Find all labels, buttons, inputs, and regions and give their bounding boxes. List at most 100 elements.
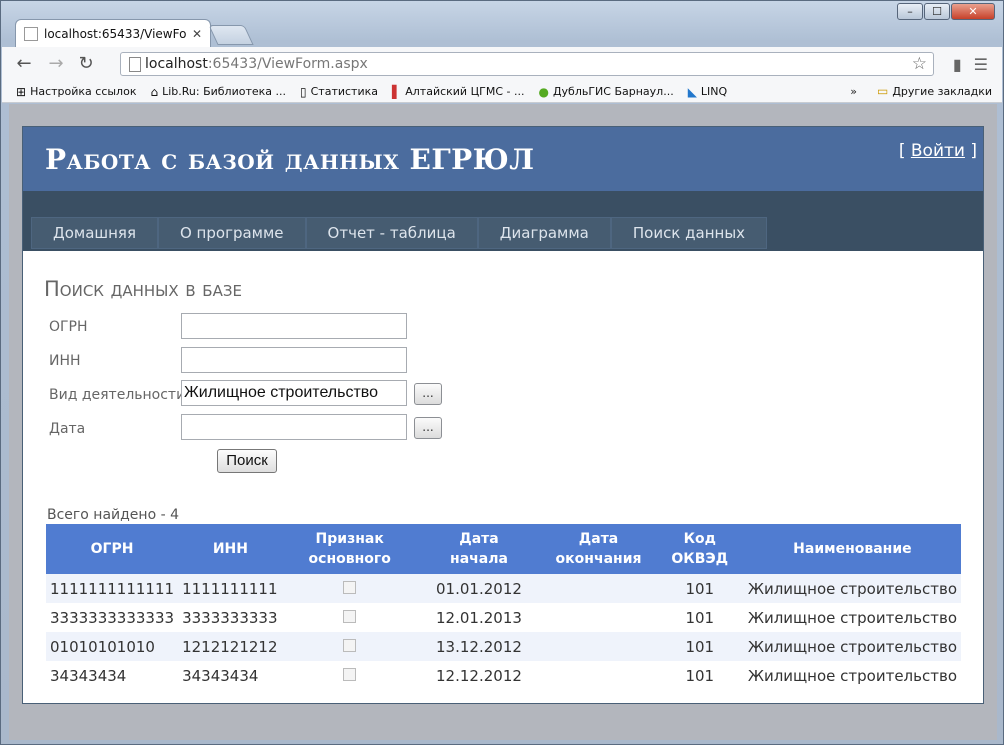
close-window-button[interactable]: ✕	[951, 3, 995, 20]
search-button[interactable]: Поиск	[217, 449, 277, 473]
site-page: Работа с базой данных ЕГРЮЛ [ Войти ] До…	[22, 126, 984, 704]
window-controls: – ☐ ✕	[897, 3, 995, 20]
column-header: Код ОКВЭД	[655, 524, 744, 574]
2gis-icon: ●	[538, 84, 549, 99]
page-viewport: Работа с базой данных ЕГРЮЛ [ Войти ] До…	[9, 104, 997, 740]
activity-label: Вид деятельности	[49, 387, 186, 403]
cell-end-date	[541, 632, 656, 661]
results-count: Всего найдено - 4	[47, 507, 179, 523]
menu-item-about[interactable]: О программе	[157, 217, 306, 249]
table-header-row: ОГРН ИНН Признак основного Дата начала Д…	[46, 524, 961, 574]
bookmark-item[interactable]: ⌂ Lib.Ru: Библиотека ...	[150, 85, 286, 99]
date-picker-button[interactable]: ...	[414, 417, 442, 439]
cell-end-date	[541, 661, 656, 690]
minimize-button[interactable]: –	[897, 3, 923, 20]
browser-window: – ☐ ✕ localhost:65433/ViewForm ✕ ← → ↻ l…	[0, 0, 1004, 745]
url-text: localhost:65433/ViewForm.aspx	[145, 56, 368, 72]
main-menu-bar: Домашняя О программе Отчет - таблица Диа…	[23, 191, 983, 251]
inn-input[interactable]	[181, 347, 407, 373]
forward-arrow-icon[interactable]: →	[44, 52, 68, 76]
main-checkbox	[343, 667, 357, 681]
cell-ogrn: 01010101010	[46, 632, 179, 661]
menu-item-home[interactable]: Домашняя	[31, 217, 158, 249]
main-checkbox	[343, 580, 357, 594]
ogrn-input[interactable]	[181, 313, 407, 339]
cell-inn: 3333333333	[178, 603, 283, 632]
maximize-button[interactable]: ☐	[924, 3, 950, 20]
cell-okved: 101	[655, 574, 744, 603]
main-menu: Домашняя О программе Отчет - таблица Диа…	[31, 217, 768, 249]
bookmark-item[interactable]: ● ДубльГИС Барнаул...	[538, 85, 673, 99]
cell-main	[282, 632, 417, 661]
table-row: 1111111111111 1111111111 01.01.2012 101 …	[46, 574, 961, 603]
column-header: ОГРН	[46, 524, 179, 574]
windows-icon: ⊞	[16, 84, 27, 99]
column-header: Признак основного	[282, 524, 417, 574]
bookmark-item[interactable]: ⊞ Настройка ссылок	[16, 85, 136, 99]
bookmark-item[interactable]: ▌ Алтайский ЦГМС - ...	[392, 85, 524, 99]
cell-okved: 101	[655, 661, 744, 690]
address-bar[interactable]: localhost:65433/ViewForm.aspx ☆	[120, 52, 934, 76]
table-row: 01010101010 1212121212 13.12.2012 101 Жи…	[46, 632, 961, 661]
main-checkbox	[343, 609, 357, 623]
cell-end-date	[541, 603, 656, 632]
bookmarks-bar: ⊞ Настройка ссылок ⌂ Lib.Ru: Библиотека ..…	[2, 81, 1002, 103]
cell-ogrn: 1111111111111	[46, 574, 179, 603]
folder-icon: ▭	[876, 84, 889, 98]
cell-main	[282, 574, 417, 603]
menu-item-diagram[interactable]: Диаграмма	[477, 217, 611, 249]
activity-input[interactable]: Жилищное строительство	[181, 380, 407, 406]
menu-item-report-table[interactable]: Отчет - таблица	[305, 217, 478, 249]
bookmark-item[interactable]: ▯ Статистика	[300, 85, 378, 99]
site-title: Работа с базой данных ЕГРЮЛ	[45, 143, 535, 176]
wrench-menu-icon[interactable]: ☰	[974, 55, 988, 74]
date-input[interactable]	[181, 414, 407, 440]
results-table: ОГРН ИНН Признак основного Дата начала Д…	[46, 524, 961, 690]
date-label: Дата	[49, 421, 86, 437]
cell-name: Жилищное строительство	[743, 661, 961, 690]
activity-browse-button[interactable]: ...	[414, 383, 442, 405]
table-row: 34343434 34343434 12.12.2012 101 Жилищно…	[46, 661, 961, 690]
other-bookmarks[interactable]: ▭ Другие закладки	[877, 84, 992, 98]
cell-inn: 1111111111	[178, 574, 283, 603]
reload-icon[interactable]: ↻	[74, 52, 98, 76]
page-icon: ▯	[300, 84, 307, 99]
login-area: [ Войти ]	[898, 141, 977, 161]
new-tab-button[interactable]	[208, 25, 254, 45]
cell-inn: 34343434	[178, 661, 283, 690]
cell-okved: 101	[655, 603, 744, 632]
libru-icon: ⌂	[150, 84, 159, 99]
browser-tab[interactable]: localhost:65433/ViewForm ✕	[15, 19, 211, 47]
page-heading: Поиск данных в базе	[44, 277, 242, 301]
site-header: Работа с базой данных ЕГРЮЛ [ Войти ]	[23, 127, 983, 191]
column-header: Наименование	[743, 524, 961, 574]
cell-ogrn: 3333333333333	[46, 603, 179, 632]
cell-start-date: 12.12.2012	[416, 661, 542, 690]
ogrn-label: ОГРН	[49, 319, 88, 335]
main-checkbox	[343, 638, 357, 652]
page-icon	[129, 56, 141, 72]
tab-close-icon[interactable]: ✕	[192, 27, 202, 41]
cell-name: Жилищное строительство	[743, 574, 961, 603]
extension-signal-icon[interactable]: ▮	[953, 55, 962, 74]
cell-main	[282, 661, 417, 690]
cell-end-date	[541, 574, 656, 603]
column-header: Дата начала	[416, 524, 542, 574]
browser-toolbar: ← → ↻ localhost:65433/ViewForm.aspx ☆ ▮ …	[2, 47, 1002, 82]
back-arrow-icon[interactable]: ←	[12, 52, 36, 76]
cell-okved: 101	[655, 632, 744, 661]
inn-label: ИНН	[49, 353, 81, 369]
linq-icon: ◣	[687, 84, 697, 99]
bookmark-star-icon[interactable]: ☆	[912, 54, 927, 74]
login-link[interactable]: Войти	[911, 141, 965, 161]
bookmark-item[interactable]: ◣ LINQ	[688, 85, 728, 99]
table-row: 3333333333333 3333333333 12.01.2013 101 …	[46, 603, 961, 632]
column-header: Дата окончания	[541, 524, 656, 574]
cell-ogrn: 34343434	[46, 661, 179, 690]
toolbar-right: ▮ ☰	[953, 55, 988, 74]
column-header: ИНН	[178, 524, 283, 574]
cell-start-date: 13.12.2012	[416, 632, 542, 661]
bookmarks-overflow-button[interactable]: »	[850, 85, 857, 98]
menu-item-search[interactable]: Поиск данных	[610, 217, 768, 249]
cell-inn: 1212121212	[178, 632, 283, 661]
